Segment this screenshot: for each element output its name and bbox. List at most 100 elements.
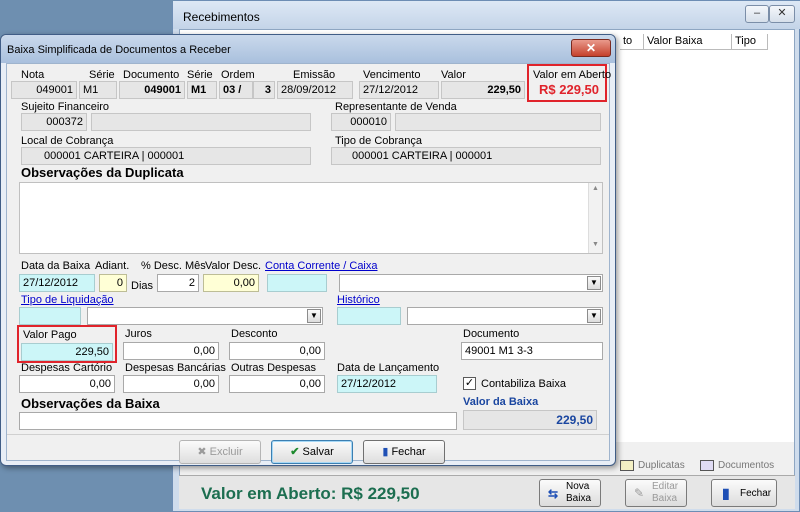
label-contabiliza: Contabiliza Baixa [481,378,566,390]
label-juros: Juros [125,328,152,340]
scroll-down-icon[interactable]: ▼ [592,241,599,248]
documento-field: 049001 [119,81,185,99]
conta-corrente-link[interactable]: Conta Corrente / Caixa [265,260,378,272]
legend-duplicatas-label: Duplicatas [638,460,685,471]
label-desp-cartorio: Despesas Cartório [21,362,113,374]
salvar-button[interactable]: ✔ Salvar [271,440,353,464]
valor-aberto-highlight: Valor em Aberto R$ 229,50 [527,64,611,102]
label-nota: Nota [21,69,45,81]
label-documento-baixa: Documento [463,328,520,340]
nota-field: 049001 [11,81,77,99]
valor-pago-input[interactable]: 229,50 [21,343,113,361]
valor-baixa-field: 229,50 [463,410,597,430]
chevron-down-icon[interactable]: ▼ [307,309,321,323]
label-valor-baixa: Valor da Baixa [463,396,539,408]
valor-aberto-value: R$ 229,50 [539,82,599,97]
nova-baixa-icon: ⇆ [548,487,559,501]
historico-code-input[interactable] [337,307,401,325]
valor-desc-input[interactable]: 0,00 [203,274,259,292]
label-desp-bancarias: Despesas Bancárias [125,362,226,374]
valor-field: 229,50 [441,81,525,99]
dialog-close-button[interactable]: ✕ [571,39,611,57]
representante-name-field [395,113,601,131]
legend-documentos-swatch [700,460,714,471]
label-valor-aberto: Valor em Aberto [533,69,612,81]
fechar-button[interactable]: ▮ Fechar [363,440,445,464]
data-lancamento-input[interactable]: 27/12/2012 [337,375,437,393]
conta-corrente-code-input[interactable] [267,274,327,292]
excluir-button[interactable]: ✖ Excluir [179,440,261,464]
contabiliza-checkbox[interactable]: ✓ [463,377,476,390]
obs-baixa-input[interactable] [19,412,457,430]
legend-duplicatas-swatch [620,460,634,471]
door-icon: ▮ [382,446,389,458]
desp-bancarias-input[interactable]: 0,00 [123,375,219,393]
label-valor-pago: Valor Pago [23,329,77,341]
desp-cartorio-input[interactable]: 0,00 [19,375,115,393]
conta-corrente-dropdown[interactable]: ▼ [339,274,603,292]
label-valor: Valor [441,69,466,81]
editar-baixa-button[interactable]: ✎ Editar Baixa [625,479,687,507]
obs-duplicata-title: Observações da Duplicata [21,165,184,180]
local-cobranca-field: 000001 CARTEIRA | 000001 [21,147,311,165]
editar-baixa-label: Editar Baixa [652,481,679,504]
dialog-body: Nota Série Documento Série Ordem Emissão… [6,63,611,464]
label-desconto: Desconto [231,328,278,340]
historico-link[interactable]: Histórico [337,294,380,306]
button-divider [7,434,609,435]
chevron-down-icon[interactable]: ▼ [587,309,601,323]
dias-input[interactable]: 2 [157,274,199,292]
documento-input[interactable]: 49001 M1 3-3 [461,342,603,360]
obs-duplicata-textarea[interactable]: ▲ ▼ [19,182,603,254]
tipo-liquidacao-dropdown[interactable]: ▼ [87,307,323,325]
label-ordem: Ordem [221,69,255,81]
door-icon: ▮ [722,485,730,501]
tipo-liquidacao-code-input[interactable] [19,307,81,325]
label-outras-despesas: Outras Despesas [231,362,316,374]
juros-input[interactable]: 0,00 [123,342,219,360]
sujeito-code-field: 000372 [21,113,87,131]
recebimentos-titlebar [173,1,800,29]
nova-baixa-label: Nova Baixa [566,481,592,504]
label-data-lancamento: Data de Lançamento [337,362,440,374]
adiant-input[interactable]: 0 [99,274,127,292]
obs-baixa-title: Observações da Baixa [21,396,160,411]
label-serie-2: Série [187,69,213,81]
data-baixa-input[interactable]: 27/12/2012 [19,274,95,292]
label-local-cobranca: Local de Cobrança [21,135,114,147]
legend-documentos-label: Documentos [718,460,775,471]
label-tipo-cobranca: Tipo de Cobrança [335,135,423,147]
label-desc-mes: % Desc. Mês [141,260,206,272]
open-value-total: Valor em Aberto: R$ 229,50 [201,484,420,503]
label-sujeito: Sujeito Financeiro [21,101,110,113]
scroll-up-icon[interactable]: ▲ [592,185,599,192]
representante-code-field: 000010 [331,113,391,131]
chevron-down-icon[interactable]: ▼ [587,276,601,290]
label-serie: Série [89,69,115,81]
grid-header-tipo[interactable]: Tipo [732,34,768,50]
tipo-liquidacao-link[interactable]: Tipo de Liquidação [21,294,114,306]
outras-despesas-input[interactable]: 0,00 [229,375,325,393]
grid-header-valor-baixa[interactable]: Valor Baixa [644,34,732,50]
obs-duplicata-scrollbar[interactable]: ▲ ▼ [588,183,602,253]
recebimentos-title: Recebimentos [183,10,260,24]
close-button[interactable]: ✕ [769,5,795,23]
sujeito-name-field [91,113,311,131]
historico-dropdown[interactable]: ▼ [407,307,603,325]
fechar-bg-button[interactable]: ▮ Fechar [711,479,777,507]
label-adiant: Adiant. [95,260,130,272]
minimize-button[interactable]: – [745,5,769,23]
excluir-label: Excluir [209,446,243,458]
recebimentos-bottom-bar: Valor em Aberto: R$ 229,50 ⇆ Nova Baixa … [179,475,795,509]
nova-baixa-button[interactable]: ⇆ Nova Baixa [539,479,601,507]
baixa-dialog: Baixa Simplificada de Documentos a Receb… [0,34,616,466]
ordem-total-field: 3 [253,81,275,99]
emissao-field: 28/09/2012 [277,81,353,99]
label-vencimento: Vencimento [363,69,421,81]
label-data-baixa: Data da Baixa [21,260,91,272]
desconto-input[interactable]: 0,00 [229,342,325,360]
fechar-label: Fechar [391,446,426,458]
delete-icon: ✖ [197,446,207,458]
label-representante: Representante de Venda [335,101,457,113]
grid-header-partial[interactable]: to [620,34,644,50]
